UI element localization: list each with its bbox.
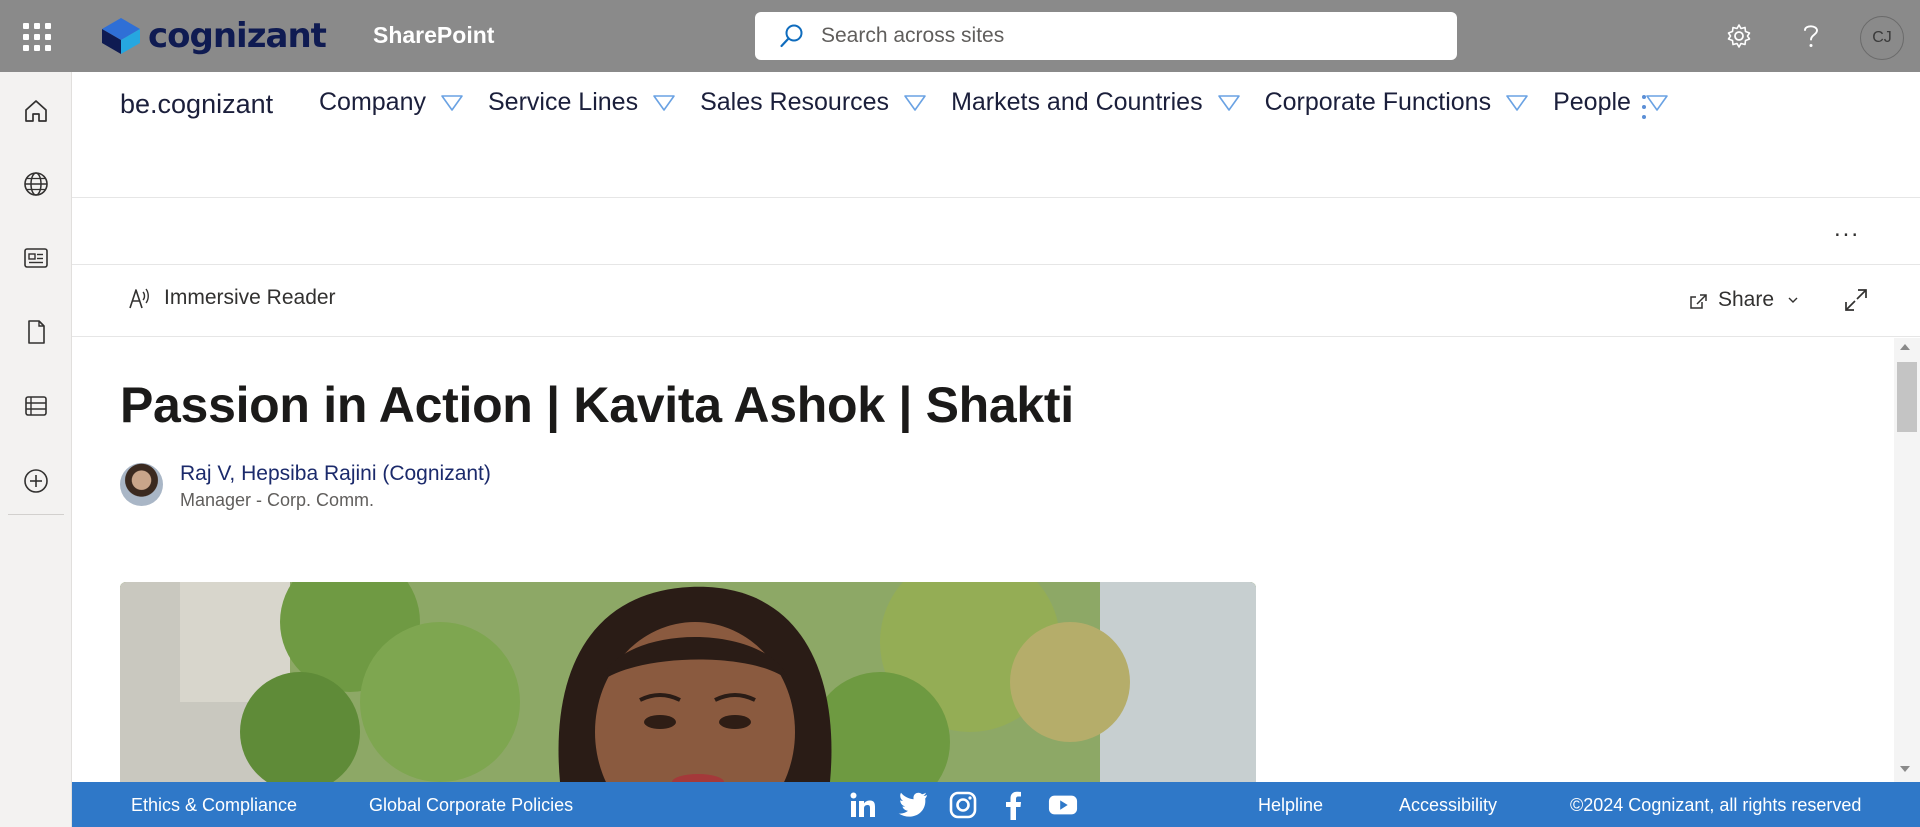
app-launcher-icon[interactable] — [20, 20, 51, 51]
footer-link-accessibility[interactable]: Accessibility — [1399, 795, 1497, 816]
scroll-down-icon[interactable] — [1900, 766, 1910, 772]
search-icon — [780, 24, 803, 48]
suite-bar: cognizant SharePoint Search across sites… — [0, 0, 1920, 72]
footer: Ethics & Compliance Global Corporate Pol… — [72, 782, 1920, 827]
globe-icon[interactable] — [16, 164, 56, 204]
footer-link-policies[interactable]: Global Corporate Policies — [369, 795, 573, 816]
chevron-down-icon — [1788, 297, 1798, 303]
help-icon[interactable] — [1792, 17, 1830, 55]
share-button[interactable]: Share — [1688, 288, 1804, 312]
nav-item-markets-and-countries[interactable]: Markets and Countries — [951, 88, 1241, 117]
nav-item-sales-resources[interactable]: Sales Resources — [700, 88, 927, 117]
page-more-button[interactable]: ... — [1834, 215, 1860, 243]
social-links — [848, 790, 1078, 820]
share-label: Share — [1718, 288, 1775, 311]
triangle-down-icon[interactable] — [1217, 94, 1241, 112]
expand-icon[interactable] — [1842, 286, 1870, 314]
logo-text: cognizant — [148, 16, 327, 56]
divider — [72, 197, 1920, 198]
linkedin-icon[interactable] — [848, 790, 878, 820]
triangle-down-icon[interactable] — [652, 94, 676, 112]
nav-item-label: People — [1553, 88, 1631, 116]
app-name[interactable]: SharePoint — [373, 22, 494, 49]
nav-item-service-lines[interactable]: Service Lines — [488, 88, 676, 117]
home-icon[interactable] — [16, 91, 56, 131]
rail-divider — [8, 514, 64, 515]
triangle-down-icon[interactable] — [1505, 94, 1529, 112]
user-avatar[interactable]: CJ — [1860, 16, 1904, 60]
nav-item-company[interactable]: Company — [319, 88, 464, 117]
footer-link-helpline[interactable]: Helpline — [1258, 795, 1323, 816]
page-title: Passion in Action | Kavita Ashok | Shakt… — [120, 377, 1074, 433]
triangle-down-icon[interactable] — [903, 94, 927, 112]
immersive-reader-button[interactable]: Immersive Reader — [128, 286, 336, 310]
left-rail — [0, 72, 72, 827]
divider — [72, 336, 1920, 337]
nav-item-corporate-functions[interactable]: Corporate Functions — [1265, 88, 1530, 117]
author-name[interactable]: Raj V, Hepsiba Rajini (Cognizant) — [180, 462, 491, 486]
nav-item-label: Service Lines — [488, 88, 639, 116]
share-icon — [1690, 294, 1707, 309]
footer-link-ethics[interactable]: Ethics & Compliance — [131, 795, 297, 816]
site-name[interactable]: be.cognizant — [120, 89, 273, 120]
author-role: Manager - Corp. Comm. — [180, 490, 375, 510]
list-icon[interactable] — [16, 386, 56, 426]
scrollbar-thumb[interactable] — [1897, 362, 1917, 432]
divider — [72, 264, 1920, 265]
scroll-up-icon[interactable] — [1900, 344, 1910, 350]
search-input[interactable]: Search across sites — [821, 24, 1004, 48]
site-navigation: Company Service Lines Sales Resources Ma… — [319, 88, 1693, 117]
author-avatar[interactable] — [120, 463, 163, 506]
youtube-icon[interactable] — [1048, 790, 1078, 820]
facebook-icon[interactable] — [998, 790, 1028, 820]
news-icon[interactable] — [16, 238, 56, 278]
add-icon[interactable] — [16, 461, 56, 501]
nav-item-label: Sales Resources — [700, 88, 890, 116]
nav-item-label: Markets and Countries — [951, 88, 1203, 116]
triangle-down-icon[interactable] — [440, 94, 464, 112]
hero-image — [120, 582, 1256, 782]
immersive-reader-label: Immersive Reader — [164, 286, 336, 309]
twitter-icon[interactable] — [898, 790, 928, 820]
instagram-icon[interactable] — [948, 790, 978, 820]
cognizant-mark-icon — [102, 18, 140, 54]
nav-item-label: Corporate Functions — [1264, 88, 1492, 116]
cognizant-logo[interactable]: cognizant — [100, 15, 327, 57]
nav-more-icon[interactable] — [1634, 92, 1654, 122]
nav-item-label: Company — [319, 88, 426, 116]
settings-icon[interactable] — [1720, 17, 1758, 55]
footer-copyright: ©2024 Cognizant, all rights reserved — [1570, 795, 1862, 815]
document-icon[interactable] — [16, 312, 56, 352]
immersive-reader-icon — [129, 288, 149, 309]
search-box[interactable]: Search across sites — [755, 12, 1457, 60]
